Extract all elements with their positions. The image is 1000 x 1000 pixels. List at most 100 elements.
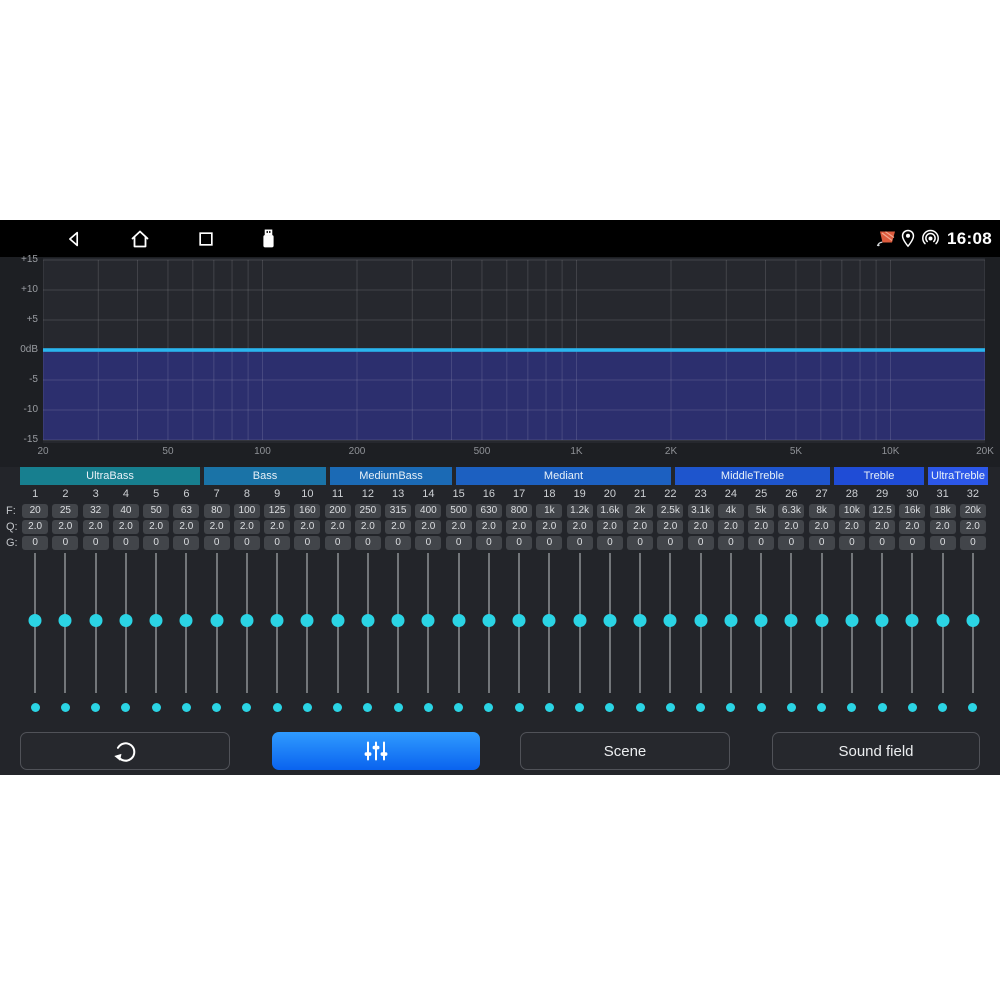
slider-thumb[interactable] <box>513 614 526 627</box>
gain-slider[interactable] <box>565 553 595 693</box>
gain-slider[interactable] <box>81 553 111 693</box>
home-button[interactable] <box>126 220 154 257</box>
band-gain-value-cell[interactable]: 0 <box>839 536 865 550</box>
gain-slider[interactable] <box>807 553 837 693</box>
band-group-mediumbass[interactable]: MediumBass <box>330 467 452 485</box>
band-q-factor-value-cell[interactable]: 2.0 <box>113 520 139 534</box>
slider-thumb[interactable] <box>936 614 949 627</box>
band-q-factor-value-cell[interactable]: 2.0 <box>506 520 532 534</box>
band-q-factor-value-cell[interactable]: 2.0 <box>415 520 441 534</box>
gain-slider[interactable] <box>867 553 897 693</box>
band-gain-value-cell[interactable]: 0 <box>718 536 744 550</box>
band-frequency-value-cell[interactable]: 500 <box>446 504 472 518</box>
gain-slider[interactable] <box>837 553 867 693</box>
slider-thumb[interactable] <box>422 614 435 627</box>
band-gain-value-cell[interactable]: 0 <box>415 536 441 550</box>
band-q-factor-value-cell[interactable]: 2.0 <box>52 520 78 534</box>
band-gain-value-cell[interactable]: 0 <box>234 536 260 550</box>
gain-slider[interactable] <box>292 553 322 693</box>
slider-thumb[interactable] <box>815 614 828 627</box>
band-q-factor-value-cell[interactable]: 2.0 <box>930 520 956 534</box>
band-gain-value-cell[interactable]: 0 <box>930 536 956 550</box>
slider-thumb[interactable] <box>210 614 223 627</box>
slider-thumb[interactable] <box>664 614 677 627</box>
equalizer-button[interactable] <box>272 732 480 770</box>
gain-slider[interactable] <box>504 553 534 693</box>
band-gain-value-cell[interactable]: 0 <box>143 536 169 550</box>
band-gain-value-cell[interactable]: 0 <box>627 536 653 550</box>
gain-slider[interactable] <box>413 553 443 693</box>
band-frequency-value-cell[interactable]: 2.5k <box>657 504 683 518</box>
band-gain-value-cell[interactable]: 0 <box>173 536 199 550</box>
band-gain-value-cell[interactable]: 0 <box>113 536 139 550</box>
band-frequency-value-cell[interactable]: 6.3k <box>778 504 804 518</box>
band-frequency-value-cell[interactable]: 2k <box>627 504 653 518</box>
band-gain-value-cell[interactable]: 0 <box>748 536 774 550</box>
gain-slider[interactable] <box>958 553 988 693</box>
gain-slider[interactable] <box>353 553 383 693</box>
reset-button[interactable] <box>20 732 230 770</box>
band-q-factor-value-cell[interactable]: 2.0 <box>476 520 502 534</box>
slider-thumb[interactable] <box>180 614 193 627</box>
band-q-factor-value-cell[interactable]: 2.0 <box>809 520 835 534</box>
band-q-factor-value-cell[interactable]: 2.0 <box>294 520 320 534</box>
band-q-factor-value-cell[interactable]: 2.0 <box>355 520 381 534</box>
band-frequency-value-cell[interactable]: 20k <box>960 504 986 518</box>
gain-slider[interactable] <box>776 553 806 693</box>
band-group-treble[interactable]: Treble <box>834 467 924 485</box>
band-group-bass[interactable]: Bass <box>204 467 326 485</box>
gain-slider[interactable] <box>50 553 80 693</box>
slider-thumb[interactable] <box>271 614 284 627</box>
band-q-factor-value-cell[interactable]: 2.0 <box>778 520 804 534</box>
band-frequency-value-cell[interactable]: 3.1k <box>688 504 714 518</box>
gain-slider[interactable] <box>20 553 50 693</box>
band-q-factor-value-cell[interactable]: 2.0 <box>869 520 895 534</box>
gain-slider[interactable] <box>625 553 655 693</box>
band-gain-value-cell[interactable]: 0 <box>22 536 48 550</box>
band-q-factor-value-cell[interactable]: 2.0 <box>204 520 230 534</box>
band-gain-value-cell[interactable]: 0 <box>899 536 925 550</box>
band-gain-value-cell[interactable]: 0 <box>597 536 623 550</box>
band-q-factor-value-cell[interactable]: 2.0 <box>22 520 48 534</box>
band-frequency-value-cell[interactable]: 5k <box>748 504 774 518</box>
band-q-factor-value-cell[interactable]: 2.0 <box>597 520 623 534</box>
band-gain-value-cell[interactable]: 0 <box>83 536 109 550</box>
gain-slider[interactable] <box>534 553 564 693</box>
gain-slider[interactable] <box>444 553 474 693</box>
band-frequency-value-cell[interactable]: 80 <box>204 504 230 518</box>
band-frequency-value-cell[interactable]: 1k <box>536 504 562 518</box>
scene-button[interactable]: Scene <box>520 732 730 770</box>
band-gain-value-cell[interactable]: 0 <box>960 536 986 550</box>
band-frequency-value-cell[interactable]: 32 <box>83 504 109 518</box>
band-q-factor-value-cell[interactable]: 2.0 <box>960 520 986 534</box>
band-frequency-value-cell[interactable]: 160 <box>294 504 320 518</box>
gain-slider[interactable] <box>383 553 413 693</box>
band-frequency-value-cell[interactable]: 40 <box>113 504 139 518</box>
slider-thumb[interactable] <box>452 614 465 627</box>
band-q-factor-value-cell[interactable]: 2.0 <box>446 520 472 534</box>
band-q-factor-value-cell[interactable]: 2.0 <box>83 520 109 534</box>
gain-slider[interactable] <box>202 553 232 693</box>
band-frequency-value-cell[interactable]: 4k <box>718 504 744 518</box>
band-frequency-value-cell[interactable]: 315 <box>385 504 411 518</box>
band-frequency-value-cell[interactable]: 18k <box>930 504 956 518</box>
band-q-factor-value-cell[interactable]: 2.0 <box>264 520 290 534</box>
slider-thumb[interactable] <box>755 614 768 627</box>
gain-slider[interactable] <box>323 553 353 693</box>
recents-button[interactable] <box>192 220 220 257</box>
band-q-factor-value-cell[interactable]: 2.0 <box>748 520 774 534</box>
slider-thumb[interactable] <box>845 614 858 627</box>
slider-thumb[interactable] <box>150 614 163 627</box>
gain-slider[interactable] <box>232 553 262 693</box>
gain-slider[interactable] <box>655 553 685 693</box>
band-frequency-value-cell[interactable]: 1.6k <box>597 504 623 518</box>
band-gain-value-cell[interactable]: 0 <box>657 536 683 550</box>
band-q-factor-value-cell[interactable]: 2.0 <box>899 520 925 534</box>
slider-thumb[interactable] <box>724 614 737 627</box>
band-frequency-value-cell[interactable]: 16k <box>899 504 925 518</box>
band-group-mediant[interactable]: Mediant <box>456 467 671 485</box>
band-gain-value-cell[interactable]: 0 <box>688 536 714 550</box>
band-gain-value-cell[interactable]: 0 <box>264 536 290 550</box>
slider-thumb[interactable] <box>876 614 889 627</box>
band-q-factor-value-cell[interactable]: 2.0 <box>385 520 411 534</box>
